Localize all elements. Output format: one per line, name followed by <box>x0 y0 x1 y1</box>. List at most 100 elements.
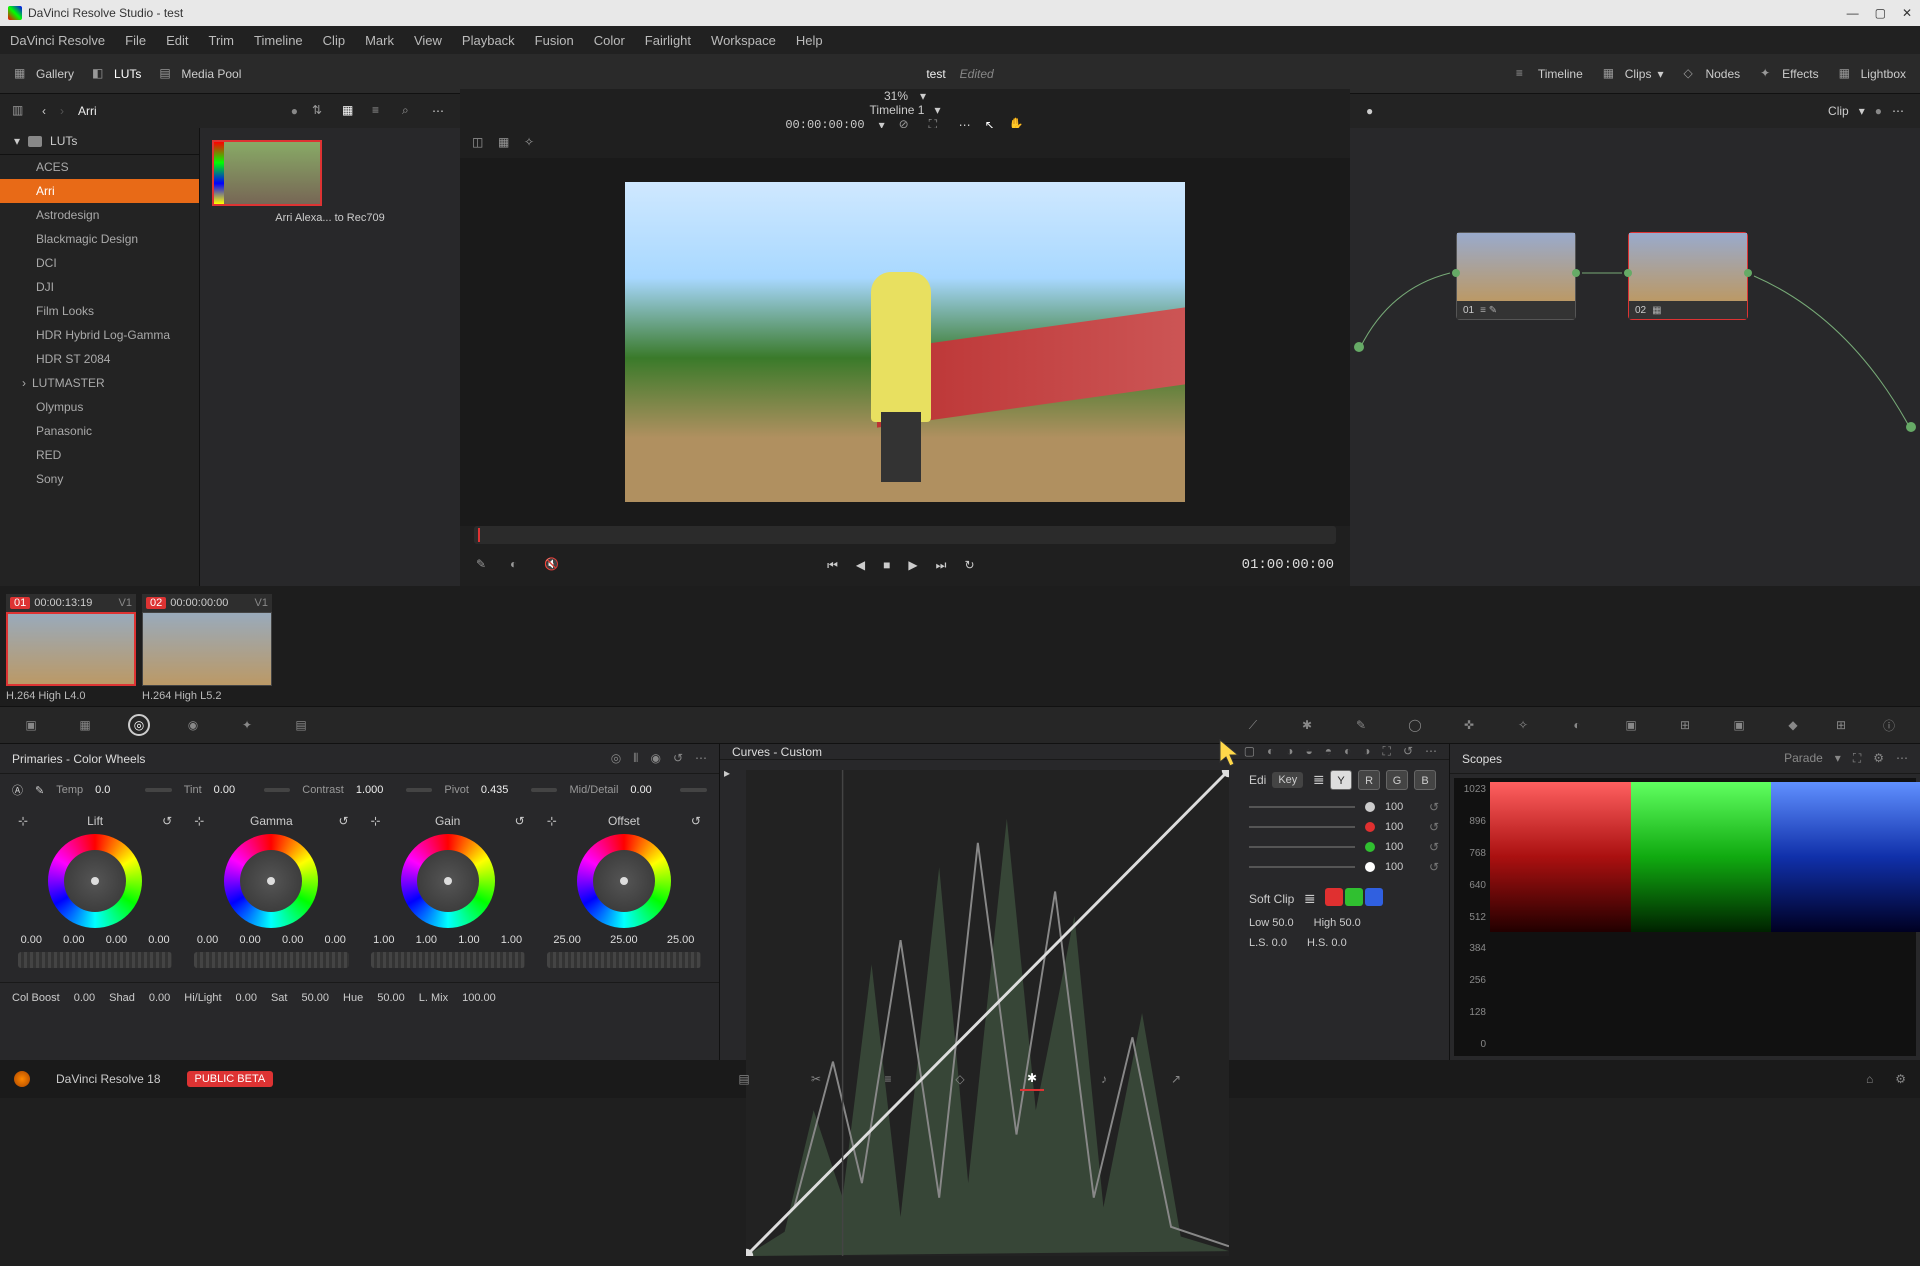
channel-r-button[interactable]: R <box>1358 770 1380 790</box>
blur-icon[interactable]: ◐ <box>1566 714 1588 736</box>
graph-input-icon[interactable] <box>1354 342 1364 352</box>
node-01[interactable]: 01≡ ✎ <box>1456 232 1576 320</box>
luts-tree-item[interactable]: Olympus <box>0 395 199 419</box>
menu-item[interactable]: Trim <box>209 33 235 48</box>
luts-tree-item[interactable]: DJI <box>0 275 199 299</box>
color-match-icon[interactable]: ▦ <box>74 714 96 736</box>
mediapool-button[interactable]: ▤Media Pool <box>159 66 241 82</box>
menu-item[interactable]: Fusion <box>535 33 574 48</box>
page-deliver-icon[interactable]: ↗ <box>1164 1067 1188 1091</box>
bars-mode-icon[interactable]: ⦀ <box>633 751 638 766</box>
curves-icon[interactable]: ⟋ <box>1242 714 1264 736</box>
page-cut-icon[interactable]: ✂ <box>804 1067 828 1091</box>
softclip-channel-button[interactable] <box>1325 888 1343 906</box>
menu-item[interactable]: Edit <box>166 33 188 48</box>
menu-item[interactable]: Color <box>594 33 625 48</box>
scopes-more-icon[interactable]: ⋯ <box>1896 751 1908 766</box>
qualifier-icon[interactable]: ✎ <box>1350 714 1372 736</box>
color-wheel-gamma[interactable]: ⊹Gamma↺0.000.000.000.00 <box>186 814 356 974</box>
scopes-mode[interactable]: Parade <box>1784 751 1823 766</box>
curve-mode-2-icon[interactable]: ◐ <box>1267 744 1274 759</box>
camera-raw-icon[interactable]: ▣ <box>20 714 42 736</box>
home-icon[interactable]: ⌂ <box>1866 1072 1873 1086</box>
view-grid-icon[interactable]: ▦ <box>498 135 514 151</box>
nodes-button[interactable]: ◇Nodes <box>1683 66 1740 82</box>
hilight-value[interactable]: 0.00 <box>236 992 257 1004</box>
viewer-frame[interactable] <box>625 182 1185 502</box>
reset-icon[interactable]: ↺ <box>1403 744 1413 759</box>
middetail-value[interactable]: 0.00 <box>630 784 668 796</box>
node-graph[interactable]: 01≡ ✎ 02▦ <box>1350 128 1920 586</box>
luts-tree-item[interactable]: RED <box>0 443 199 467</box>
menu-item[interactable]: DaVinci Resolve <box>10 33 105 48</box>
contrast-value[interactable]: 1.000 <box>356 784 394 796</box>
reset-icon[interactable]: ↺ <box>673 751 683 766</box>
project-settings-icon[interactable]: ⚙ <box>1895 1072 1906 1086</box>
eyedropper-icon[interactable]: ✎ <box>476 557 492 573</box>
window-icon[interactable]: ◯ <box>1404 714 1426 736</box>
node-02[interactable]: 02▦ <box>1628 232 1748 320</box>
luts-tree-item[interactable]: HDR ST 2084 <box>0 347 199 371</box>
hue-value[interactable]: 50.00 <box>377 992 405 1004</box>
curve-intensity-row[interactable]: 100↺ <box>1249 820 1439 834</box>
luts-tree-item[interactable]: DCI <box>0 251 199 275</box>
nav-fwd-icon[interactable]: › <box>60 104 64 118</box>
graph-output-icon[interactable] <box>1906 422 1916 432</box>
rgb-mixer-icon[interactable]: ✦ <box>236 714 258 736</box>
scopes-settings-icon[interactable]: ⚙ <box>1873 751 1884 766</box>
color-wheel-offset[interactable]: ⊹Offset↺25.0025.0025.00 <box>539 814 709 974</box>
minimize-button[interactable]: — <box>1847 6 1859 20</box>
list-view-icon[interactable]: ≡ <box>372 103 388 119</box>
channel-b-button[interactable]: B <box>1414 770 1436 790</box>
curve-intensity-row[interactable]: 100↺ <box>1249 860 1439 874</box>
menu-item[interactable]: Clip <box>323 33 345 48</box>
luts-button[interactable]: ◧LUTs <box>92 66 141 82</box>
channel-g-button[interactable]: G <box>1386 770 1408 790</box>
menu-item[interactable]: Help <box>796 33 823 48</box>
page-edit-icon[interactable]: ≡ <box>876 1067 900 1091</box>
colboost-value[interactable]: 0.00 <box>74 992 95 1004</box>
luts-tree-item[interactable]: ACES <box>0 155 199 179</box>
close-button[interactable]: ✕ <box>1902 6 1912 20</box>
softclip-link-icon[interactable]: 𝌆 <box>1304 892 1315 906</box>
sat-value[interactable]: 50.00 <box>301 992 329 1004</box>
curve-handle-icon[interactable]: ▸ <box>724 766 730 780</box>
luts-root[interactable]: LUTs <box>50 134 77 148</box>
clip-thumbnail[interactable]: 0100:00:13:19V1H.264 High L4.0 <box>6 594 136 698</box>
luts-tree-item[interactable]: LUTMASTER <box>0 371 199 395</box>
color-wheel-lift[interactable]: ⊹Lift↺0.000.000.000.00 <box>10 814 180 974</box>
toggle-icon[interactable]: ◐ <box>510 557 526 573</box>
wheels-icon[interactable]: ◎ <box>128 714 150 736</box>
color-wheel-gain[interactable]: ⊹Gain↺1.001.001.001.00 <box>363 814 533 974</box>
play-icon[interactable]: ▶ <box>908 558 917 572</box>
sizing-icon[interactable]: ⊞ <box>1674 714 1696 736</box>
curve-mode-6-icon[interactable]: ◐ <box>1344 744 1351 759</box>
page-fairlight-icon[interactable]: ♪ <box>1092 1067 1116 1091</box>
prev-clip-icon[interactable]: ⏮ <box>827 558 838 573</box>
stop-icon[interactable]: ■ <box>883 558 890 572</box>
lmix-value[interactable]: 100.00 <box>462 992 496 1004</box>
curve-intensity-row[interactable]: 100↺ <box>1249 800 1439 814</box>
curves-graph[interactable] <box>746 770 1229 1256</box>
scopes-expand-icon[interactable]: ⛶ <box>1853 751 1861 766</box>
luts-tree-item[interactable]: Blackmagic Design <box>0 227 199 251</box>
magic-icon[interactable]: ✧ <box>524 135 540 151</box>
node-more-icon[interactable]: ⋯ <box>1892 104 1904 118</box>
magic-mask-icon[interactable]: ✧ <box>1512 714 1534 736</box>
curve-mode-3-icon[interactable]: ◑ <box>1286 744 1293 759</box>
page-color-icon[interactable]: ✱ <box>1020 1067 1044 1091</box>
loop-icon[interactable]: ↻ <box>964 558 974 572</box>
motion-icon[interactable]: ▤ <box>290 714 312 736</box>
tint-value[interactable]: 0.00 <box>214 784 252 796</box>
expand-icon[interactable]: ⛶ <box>1383 744 1391 759</box>
sidebar-toggle-icon[interactable]: ▥ <box>12 103 28 119</box>
wheels-mode-icon[interactable]: ◎ <box>611 751 621 766</box>
view-split-icon[interactable]: ◫ <box>472 135 488 151</box>
info-icon[interactable]: ⓘ <box>1878 714 1900 736</box>
page-media-icon[interactable]: ▤ <box>732 1067 756 1091</box>
luts-tree-item[interactable]: Film Looks <box>0 299 199 323</box>
hdr-icon[interactable]: ◉ <box>182 714 204 736</box>
mute-icon[interactable]: 🔇 <box>544 557 560 573</box>
next-clip-icon[interactable]: ⏭ <box>936 558 947 573</box>
search-icon[interactable]: ⌕ <box>402 103 418 119</box>
